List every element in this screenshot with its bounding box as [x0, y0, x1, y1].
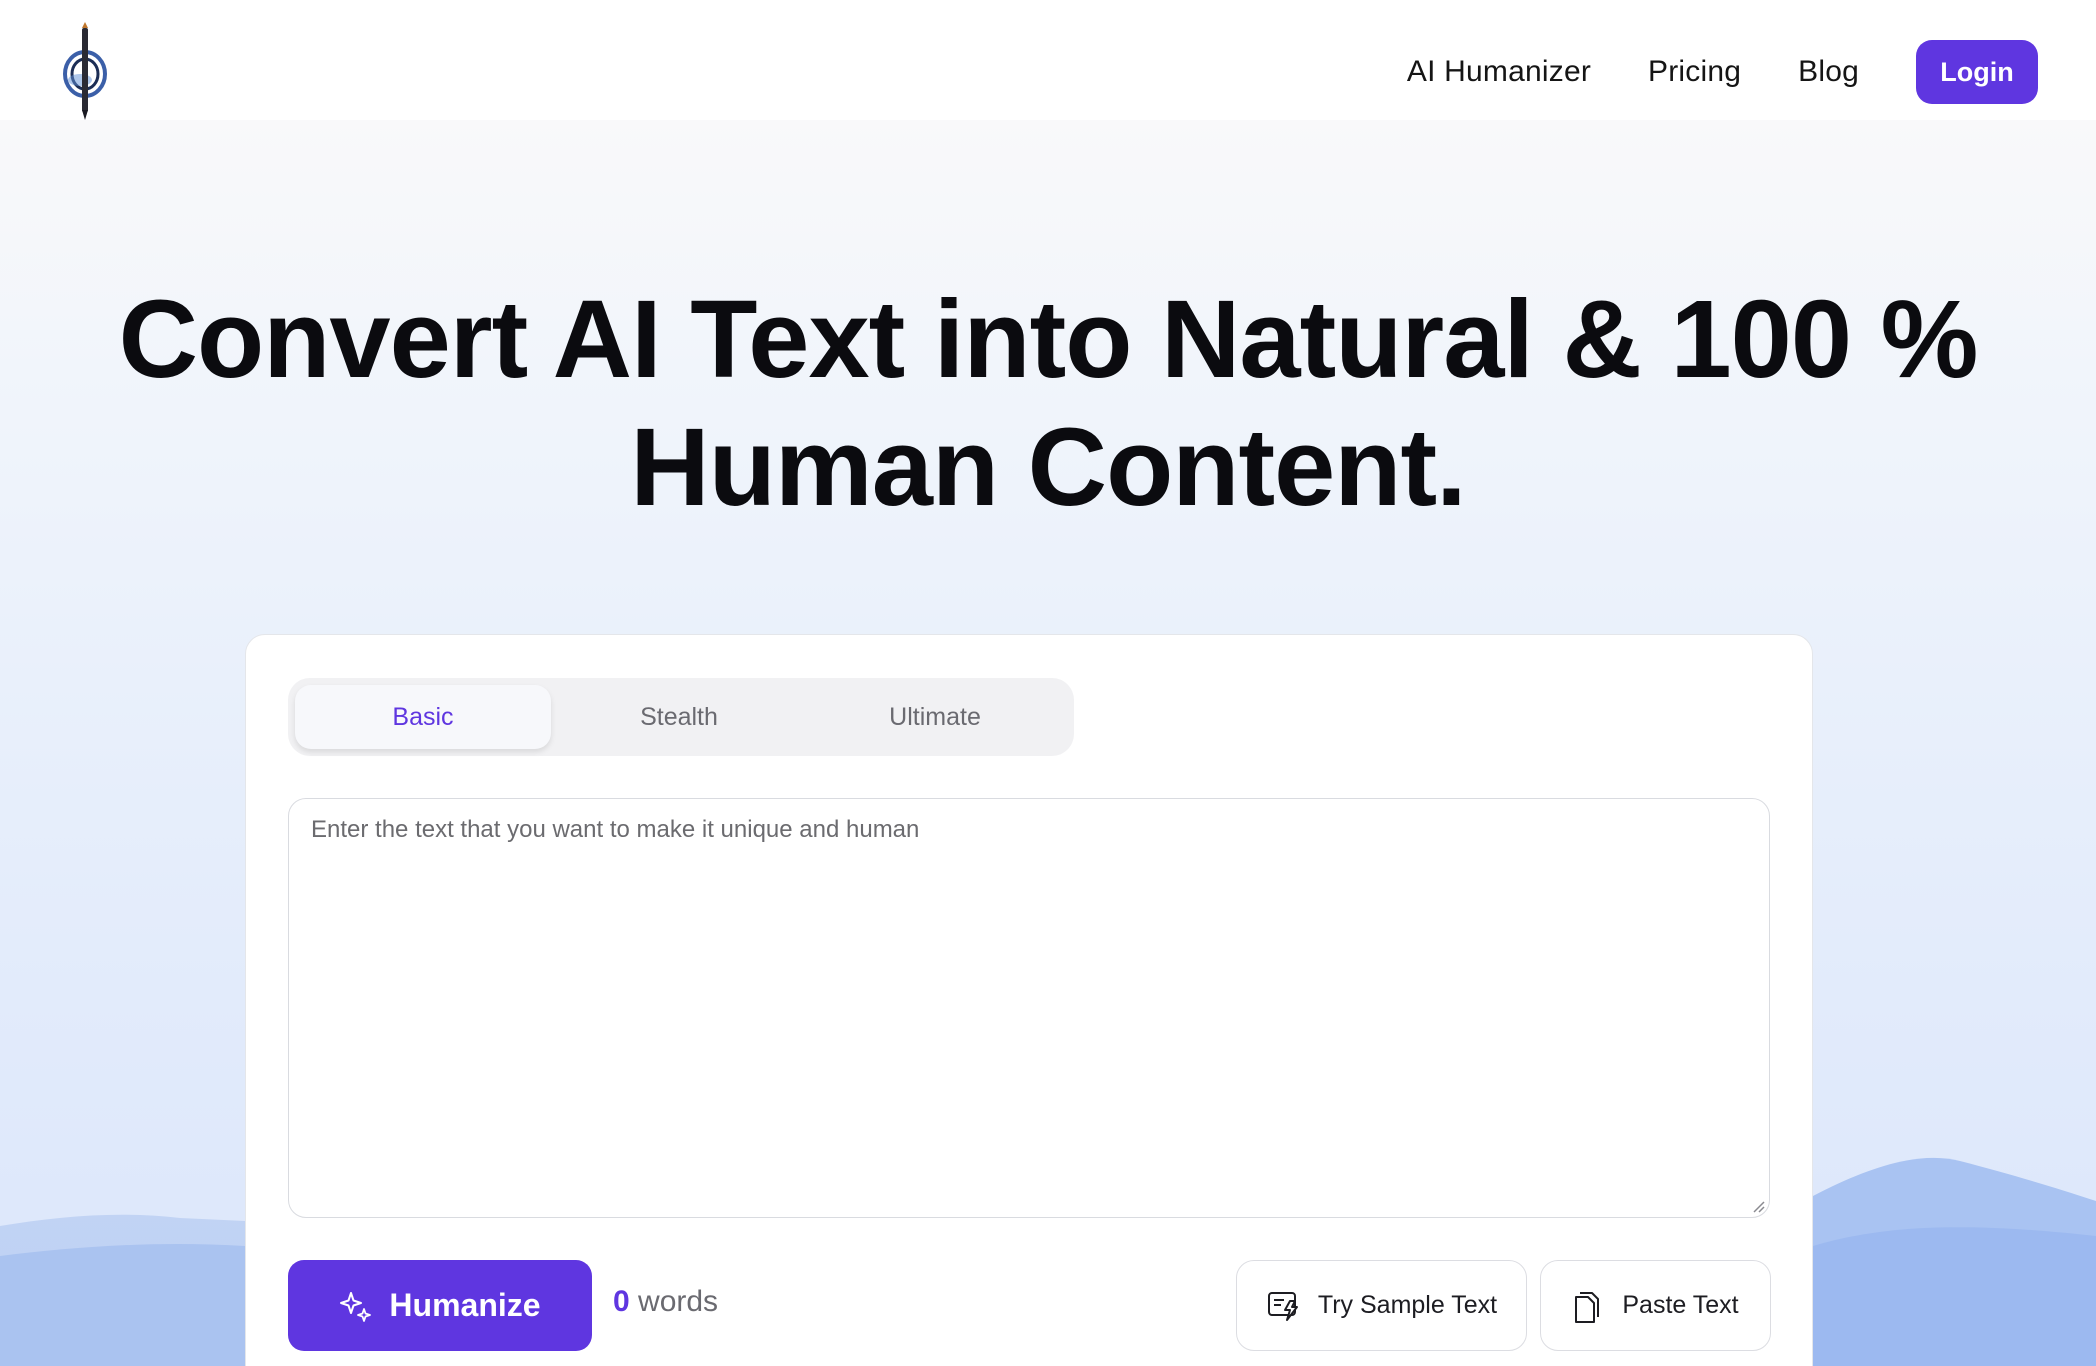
page-title: Convert AI Text into Natural & 100 % Hum… [0, 276, 2096, 532]
sample-text-icon [1267, 1291, 1298, 1321]
humanizer-card: Basic Stealth Ultimate Humanize 0 words … [245, 634, 1813, 1366]
pen-compass-logo-icon[interactable] [58, 22, 112, 120]
paste-text-label: Paste Text [1622, 1291, 1739, 1319]
page-title-line-2: Human Content. [630, 406, 1466, 529]
try-sample-text-label: Try Sample Text [1317, 1291, 1498, 1319]
word-counter: 0 words [613, 1285, 718, 1319]
tab-stealth[interactable]: Stealth [551, 685, 807, 749]
word-count-value: 0 [613, 1285, 630, 1318]
main-nav: AI Humanizer Pricing Blog Login [1407, 40, 2038, 104]
nav-ai-humanizer[interactable]: AI Humanizer [1407, 55, 1591, 89]
resize-handle-icon[interactable] [1751, 1199, 1765, 1213]
paste-icon [1575, 1291, 1600, 1323]
text-input-container [288, 798, 1770, 1218]
nav-blog[interactable]: Blog [1798, 55, 1859, 89]
login-button[interactable]: Login [1916, 40, 2038, 104]
nav-pricing[interactable]: Pricing [1648, 55, 1741, 89]
tab-basic[interactable]: Basic [295, 685, 551, 749]
humanize-label: Humanize [389, 1287, 541, 1323]
sparkles-icon [340, 1291, 372, 1322]
humanize-button[interactable]: Humanize [288, 1260, 592, 1351]
site-header: AI Humanizer Pricing Blog Login [0, 0, 2096, 120]
paste-text-button[interactable]: Paste Text [1540, 1260, 1771, 1351]
tab-ultimate[interactable]: Ultimate [807, 685, 1063, 749]
word-count-unit: words [638, 1285, 719, 1318]
text-input[interactable] [289, 799, 1769, 1217]
page-title-line-1: Convert AI Text into Natural & 100 % [118, 278, 1979, 401]
mode-tabs: Basic Stealth Ultimate [288, 678, 1074, 756]
try-sample-text-button[interactable]: Try Sample Text [1236, 1260, 1527, 1351]
